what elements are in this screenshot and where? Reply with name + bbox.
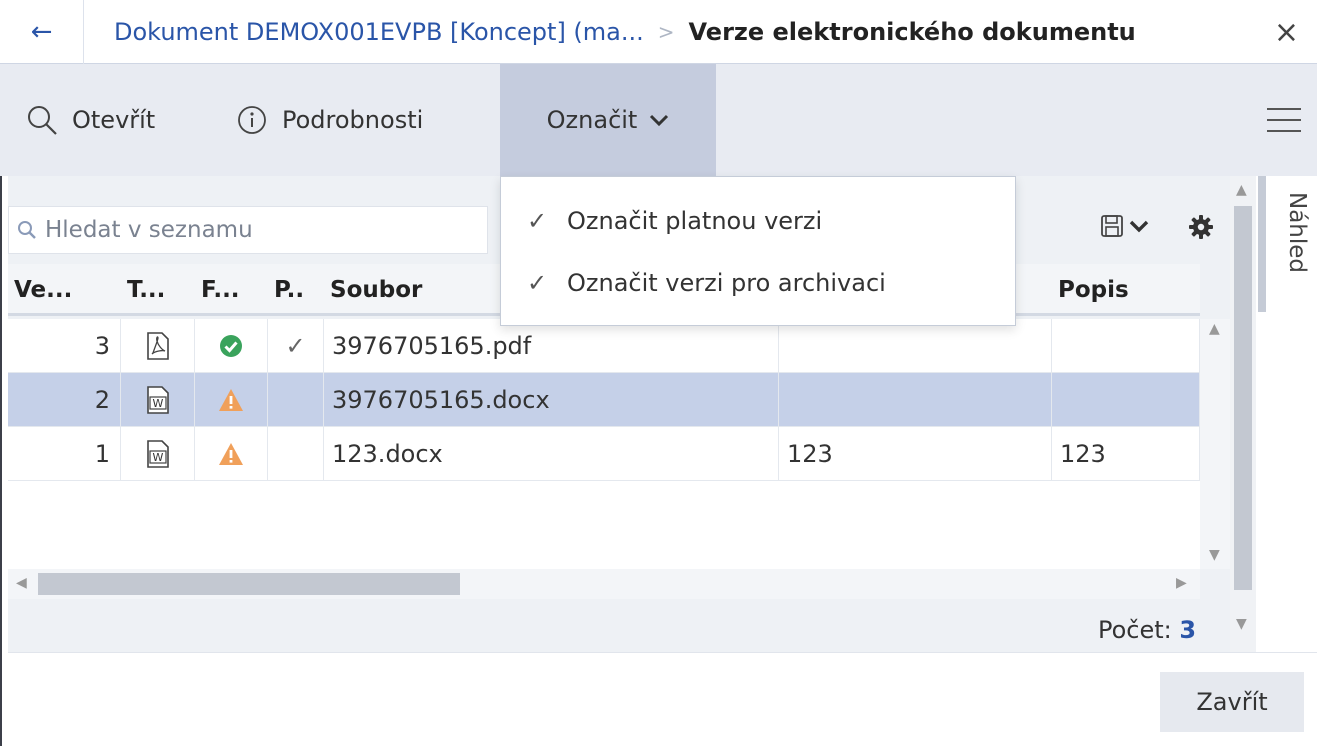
details-button[interactable]: Podrobnosti xyxy=(236,64,423,176)
back-button[interactable]: ← xyxy=(0,0,84,64)
mark-label: Označit xyxy=(546,106,638,134)
hamburger-menu-icon[interactable] xyxy=(1267,108,1301,132)
column-header-version[interactable]: Ve... xyxy=(8,264,121,316)
scroll-right-icon[interactable]: ▶ xyxy=(1176,575,1187,591)
cell-valid xyxy=(268,427,324,481)
vertical-scroll-thumb[interactable] xyxy=(1234,206,1252,590)
word-file-icon: W xyxy=(146,386,169,414)
export-button[interactable] xyxy=(1100,214,1150,238)
warning-icon xyxy=(219,443,243,465)
page-title: Verze elektronického dokumentu xyxy=(688,18,1136,46)
svg-text:W: W xyxy=(152,397,163,410)
scroll-up-icon[interactable]: ▲ xyxy=(1236,182,1247,198)
open-button[interactable]: Otevřít xyxy=(26,64,155,176)
scroll-down-icon[interactable]: ▼ xyxy=(1209,547,1220,563)
check-icon: ✓ xyxy=(527,207,548,235)
left-border xyxy=(0,176,2,746)
search-input[interactable]: Hledat v seznamu xyxy=(8,206,488,254)
breadcrumb: Dokument DEMOX001EVPB [Koncept] (ma... >… xyxy=(114,0,1136,64)
cell-file: 3976705165.docx xyxy=(324,373,779,427)
cell-description xyxy=(1052,319,1200,373)
cell-file: 3976705165.pdf xyxy=(324,319,779,373)
search-icon xyxy=(18,221,36,239)
breadcrumb-parent-link[interactable]: Dokument DEMOX001EVPB [Koncept] (ma... xyxy=(114,18,644,46)
title-bar: ← Dokument DEMOX001EVPB [Koncept] (ma...… xyxy=(0,0,1317,64)
preview-panel-toggle[interactable]: Náhled xyxy=(1256,176,1317,652)
preview-panel-handle[interactable] xyxy=(1258,176,1266,312)
cell-type xyxy=(121,319,195,373)
table-body: 3 ✓ 3976705165.pdf 2 W 3976705165.docx 1… xyxy=(8,319,1200,569)
details-label: Podrobnosti xyxy=(282,106,424,134)
menu-item-label: Označit platnou verzi xyxy=(567,207,823,235)
cell-format xyxy=(195,319,268,373)
check-icon: ✓ xyxy=(527,269,548,297)
close-dialog-button[interactable]: × xyxy=(1274,0,1299,64)
arrow-left-icon: ← xyxy=(30,17,53,47)
cell-note xyxy=(779,373,1052,427)
cell-version: 3 xyxy=(8,319,121,373)
info-icon xyxy=(238,106,266,134)
cell-valid: ✓ xyxy=(268,319,324,373)
preview-label: Náhled xyxy=(1284,192,1310,274)
column-header-valid[interactable]: P.. xyxy=(268,264,324,316)
chevron-down-icon xyxy=(650,114,669,127)
menu-item-mark-valid-version[interactable]: ✓ Označit platnou verzi xyxy=(501,193,1017,249)
toolbar: Otevřít Podrobnosti Označit xyxy=(0,64,1317,176)
count-value: 3 xyxy=(1179,616,1197,644)
chevron-down-icon xyxy=(1129,220,1149,233)
cell-type: W xyxy=(121,373,195,427)
table-row[interactable]: 2 W 3976705165.docx xyxy=(8,373,1200,427)
save-icon xyxy=(1101,215,1123,237)
cell-version: 1 xyxy=(8,427,121,481)
breadcrumb-separator: > xyxy=(657,20,675,44)
footer-divider xyxy=(8,652,1317,653)
pdf-file-icon xyxy=(146,332,169,360)
cell-note xyxy=(779,319,1052,373)
settings-button[interactable] xyxy=(1188,214,1214,244)
search-icon xyxy=(28,106,57,135)
mark-dropdown-button[interactable]: Označit xyxy=(500,64,716,176)
column-header-type[interactable]: T... xyxy=(121,264,195,316)
menu-item-label: Označit verzi pro archivaci xyxy=(567,269,886,297)
close-button[interactable]: Zavřít xyxy=(1160,672,1304,732)
cell-format xyxy=(195,427,268,481)
check-circle-icon xyxy=(220,335,242,357)
menu-item-mark-archive-version[interactable]: ✓ Označit verzi pro archivaci xyxy=(501,255,1017,311)
scroll-down-icon[interactable]: ▼ xyxy=(1236,616,1247,632)
cell-version: 2 xyxy=(8,373,121,427)
cell-valid xyxy=(268,373,324,427)
row-count: Počet: 3 xyxy=(1098,616,1196,644)
search-placeholder: Hledat v seznamu xyxy=(45,217,253,243)
count-label: Počet: xyxy=(1098,616,1172,644)
table-vertical-scrollbar[interactable]: ▲ ▼ xyxy=(1200,319,1230,569)
svg-text:W: W xyxy=(152,451,163,464)
cell-format xyxy=(195,373,268,427)
scroll-up-icon[interactable]: ▲ xyxy=(1209,321,1220,337)
table-horizontal-scrollbar[interactable]: ◀ ▶ xyxy=(8,569,1200,599)
cell-description: 123 xyxy=(1052,427,1200,481)
cell-type: W xyxy=(121,427,195,481)
scroll-left-icon[interactable]: ◀ xyxy=(16,575,27,591)
warning-icon xyxy=(219,389,243,411)
open-label: Otevřít xyxy=(72,106,156,134)
table-row[interactable]: 1 W 123.docx 123 123 xyxy=(8,427,1200,481)
cell-description xyxy=(1052,373,1200,427)
column-header-format[interactable]: F... xyxy=(195,264,268,316)
gear-icon xyxy=(1189,215,1213,239)
cell-note: 123 xyxy=(779,427,1052,481)
close-icon: × xyxy=(1273,14,1299,50)
word-file-icon: W xyxy=(146,440,169,468)
cell-file: 123.docx xyxy=(324,427,779,481)
horizontal-scroll-thumb[interactable] xyxy=(38,573,460,595)
mark-dropdown-menu: ✓ Označit platnou verzi ✓ Označit verzi … xyxy=(500,176,1016,326)
grid-vertical-scrollbar[interactable]: ▲ ▼ xyxy=(1230,176,1256,652)
table-row[interactable]: 3 ✓ 3976705165.pdf xyxy=(8,319,1200,373)
column-header-description[interactable]: Popis xyxy=(1052,264,1200,316)
